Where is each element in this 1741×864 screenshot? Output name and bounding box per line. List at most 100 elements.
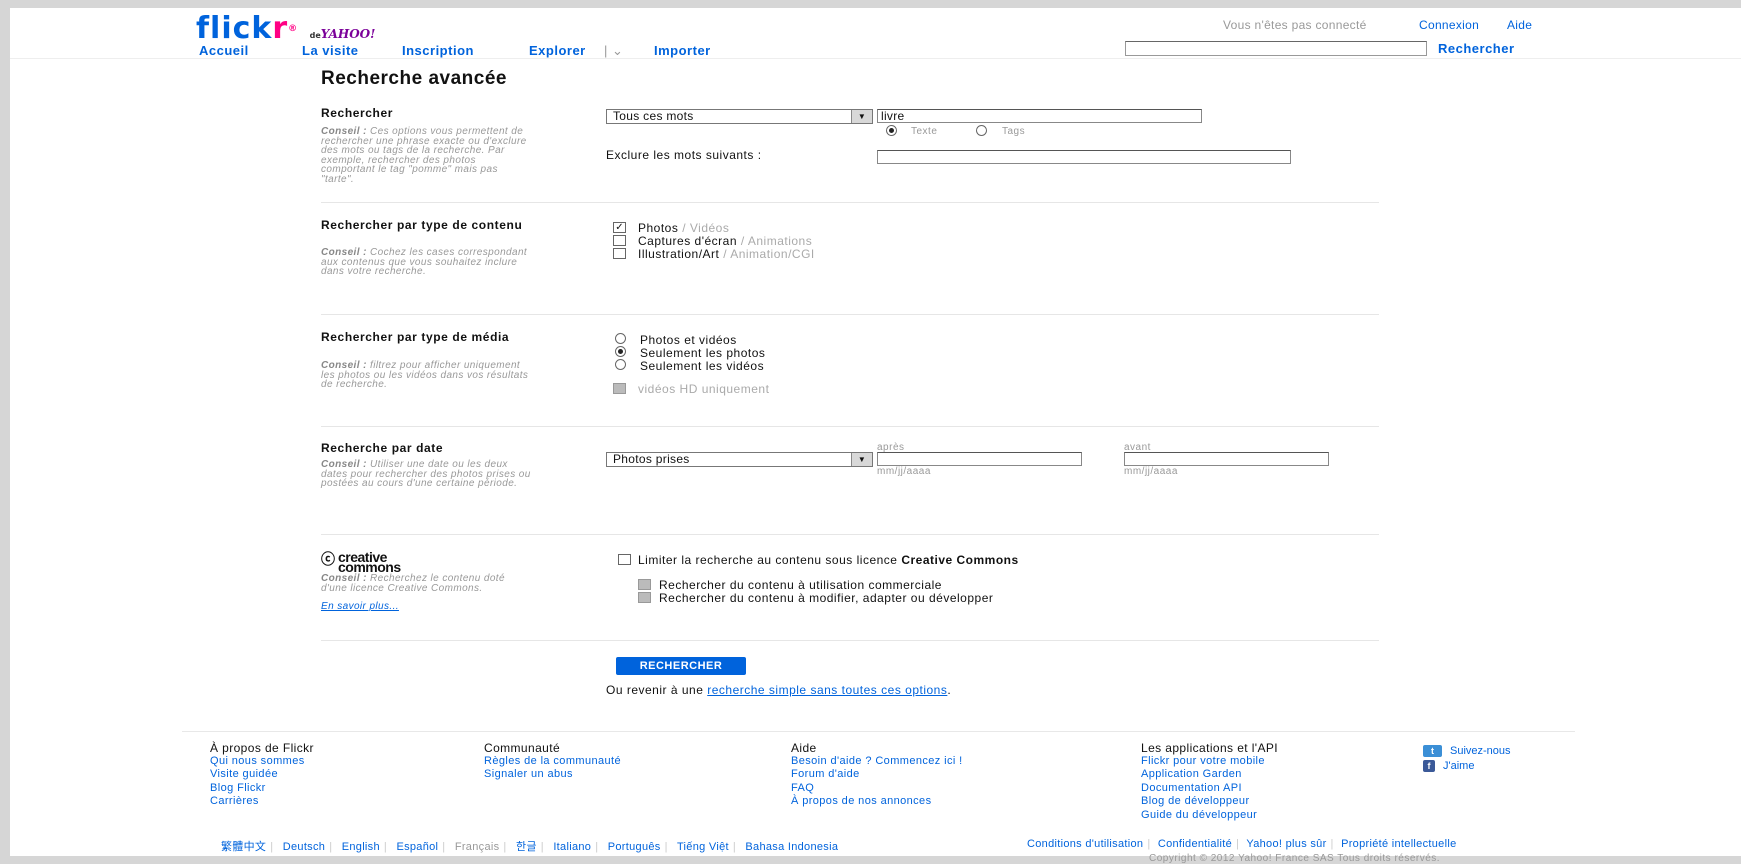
footer-divider [182, 731, 1575, 732]
help-link[interactable]: Aide [1507, 18, 1532, 32]
checkbox-cc-commercial[interactable] [638, 579, 651, 590]
language-selector: 繁體中文 | Deutsch | English | Español | Françai… [221, 841, 839, 853]
page-title: Recherche avancée [321, 68, 507, 89]
legal-link[interactable]: Confidentialité [1158, 838, 1232, 850]
section-divider [321, 534, 1379, 535]
radio-photos-videos[interactable] [615, 333, 626, 344]
section-cc-tip: Conseil : Recherchez le contenu doté d'u… [321, 573, 505, 594]
radio-photos-only[interactable] [615, 346, 626, 357]
lang-link[interactable]: 한글 [516, 841, 537, 853]
content-type-illustration: Illustration/Art / Animation/CGI [638, 247, 815, 261]
footer-link[interactable]: Carrières [210, 795, 314, 809]
legal-link[interactable]: Yahoo! plus sûr [1246, 838, 1326, 850]
footer-link[interactable]: Blog Flickr [210, 782, 314, 796]
legal-link[interactable]: Conditions d'utilisation [1027, 838, 1143, 850]
checkbox-illustration[interactable] [613, 248, 626, 259]
checkbox-screenshots[interactable] [613, 235, 626, 246]
footer-link[interactable]: FAQ [791, 782, 963, 796]
creative-commons-logo: ⓒ creative commons [321, 549, 401, 575]
legal-link[interactable]: Propriété intellectuelle [1341, 838, 1456, 850]
footer-link[interactable]: À propos de nos annonces [791, 795, 963, 809]
section-divider [321, 640, 1379, 641]
lang-link[interactable]: 繁體中文 [221, 841, 266, 853]
nav-accueil[interactable]: Accueil [199, 43, 249, 58]
checkbox-cc-limit[interactable] [618, 554, 631, 565]
cc-modify-label: Rechercher du contenu à modifier, adapte… [659, 591, 994, 605]
nav-la-visite[interactable]: La visite [302, 43, 359, 58]
twitter-icon: t [1423, 745, 1442, 758]
section-search-title: Rechercher [321, 106, 394, 120]
twitter-follow[interactable]: t Suivez-nous [1423, 745, 1511, 758]
section-content-type-title: Rechercher par type de contenu [321, 218, 523, 232]
section-divider [321, 426, 1379, 427]
footer-link[interactable]: Visite guidée [210, 768, 314, 782]
footer-link[interactable]: Flickr pour votre mobile [1141, 755, 1278, 769]
checkbox-cc-modify[interactable] [638, 592, 651, 603]
copyright: Copyright © 2012 Yahoo! France SAS Tous … [1149, 853, 1441, 864]
footer-col-community: Communauté Règles de la communauté Signa… [484, 741, 621, 782]
lang-link[interactable]: Español [396, 841, 438, 853]
chevron-down-icon: ▼ [851, 453, 872, 466]
checkbox-photos[interactable]: ✓ [613, 222, 626, 233]
cc-learn-more-link[interactable]: En savoir plus... [321, 602, 531, 612]
date-after-input[interactable] [877, 452, 1082, 466]
footer-link[interactable]: Règles de la communauté [484, 755, 621, 769]
radio-tags[interactable] [976, 125, 987, 136]
simple-search-link[interactable]: recherche simple sans toutes ces options [707, 683, 947, 697]
nav-inscription[interactable]: Inscription [402, 43, 474, 58]
radio-text[interactable] [886, 125, 897, 136]
hd-only-label: vidéos HD uniquement [638, 382, 770, 396]
radio-text-label: Texte [911, 126, 938, 137]
cc-limit-label: Limiter la recherche au contenu sous lic… [638, 553, 1019, 567]
section-date-title: Recherche par date [321, 441, 444, 455]
lang-link[interactable]: Deutsch [283, 841, 325, 853]
date-mode-select[interactable]: Photos prises ▼ [606, 452, 873, 467]
footer-link[interactable]: Blog de développeur [1141, 795, 1278, 809]
explorer-dropdown-icon[interactable]: | ⌄ [604, 43, 623, 59]
footer-link[interactable]: Besoin d'aide ? Commencez ici ! [791, 755, 963, 769]
footer-link[interactable]: Documentation API [1141, 782, 1278, 796]
footer-link[interactable]: Application Garden [1141, 768, 1278, 782]
footer-heading: À propos de Flickr [210, 741, 314, 755]
lang-link[interactable]: English [342, 841, 380, 853]
section-divider [321, 202, 1379, 203]
date-before-input[interactable] [1124, 452, 1329, 466]
header-search-input[interactable] [1125, 41, 1427, 56]
section-search-tip: Conseil : Ces options vous permettent de… [321, 126, 527, 185]
nav-explorer[interactable]: Explorer [529, 43, 586, 58]
search-query-input[interactable]: livre [877, 109, 1202, 123]
chevron-down-icon: ▼ [851, 110, 872, 123]
content-type-screenshots: Captures d'écran / Animations [638, 234, 813, 248]
footer-link[interactable]: Guide du développeur [1141, 809, 1278, 823]
header-search-button[interactable]: Rechercher [1438, 41, 1515, 56]
media-photos-videos-label: Photos et vidéos [640, 333, 737, 347]
section-media-type-tip: Conseil : filtrez pour afficher uniqueme… [321, 360, 529, 390]
lang-link[interactable]: Italiano [553, 841, 591, 853]
lang-link[interactable]: Bahasa Indonesia [745, 841, 838, 853]
exclude-input[interactable] [877, 150, 1291, 164]
section-content-type-tip: Conseil : Cochez les cases correspondant… [321, 247, 528, 277]
header-divider [10, 58, 1741, 59]
content-type-photos: Photos / Vidéos [638, 221, 730, 235]
before-format-hint: mm/jj/aaaa [1124, 466, 1178, 477]
search-submit-button[interactable]: RECHERCHER [616, 657, 746, 675]
search-mode-select[interactable]: Tous ces mots ▼ [606, 109, 873, 124]
footer-link[interactable]: Qui nous sommes [210, 755, 314, 769]
footer-col-about: À propos de Flickr Qui nous sommes Visit… [210, 741, 314, 809]
facebook-like[interactable]: f J'aime [1423, 760, 1474, 773]
section-media-type-title: Rechercher par type de média [321, 330, 510, 344]
footer-heading: Communauté [484, 741, 561, 755]
after-format-hint: mm/jj/aaaa [877, 466, 931, 477]
nav-importer[interactable]: Importer [654, 43, 711, 58]
radio-tags-label: Tags [1002, 126, 1026, 137]
cc-icon: ⓒ [321, 551, 335, 567]
footer-col-apps: Les applications et l'API Flickr pour vo… [1141, 741, 1278, 822]
footer-link[interactable]: Forum d'aide [791, 768, 963, 782]
lang-link[interactable]: Português [608, 841, 661, 853]
login-link[interactable]: Connexion [1419, 18, 1479, 32]
footer-link[interactable]: Signaler un abus [484, 768, 621, 782]
radio-videos-only[interactable] [615, 359, 626, 370]
checkbox-hd[interactable] [613, 383, 626, 394]
lang-link[interactable]: Tiếng Việt [677, 841, 729, 853]
simple-search-text: Ou revenir à une recherche simple sans t… [606, 683, 952, 697]
